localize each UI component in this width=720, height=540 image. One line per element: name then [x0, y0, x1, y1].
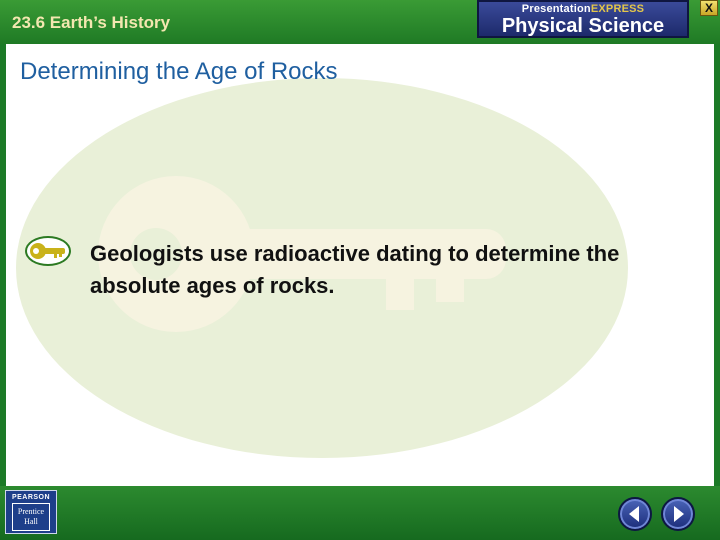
- next-slide-button[interactable]: [661, 497, 695, 531]
- section-title: 23.6 Earth’s History: [12, 13, 171, 32]
- previous-slide-button[interactable]: [618, 497, 652, 531]
- imprint-line1: Prentice: [17, 507, 45, 516]
- previous-arrow-icon: [629, 506, 639, 522]
- key-icon: [25, 236, 71, 266]
- prentice-hall-logo: Prentice Hall: [12, 503, 50, 531]
- close-button[interactable]: X: [700, 0, 718, 16]
- bullet-text: Geologists use radioactive dating to det…: [90, 241, 620, 298]
- imprint-line2: Hall: [24, 517, 38, 526]
- brand-tagline-prefix: Presentation: [521, 3, 591, 15]
- next-arrow-icon: [674, 506, 684, 522]
- slide-heading: Determining the Age of Rocks: [20, 58, 338, 85]
- brand-title: Physical Science: [501, 15, 665, 37]
- pearson-logo: PEARSON Prentice Hall: [5, 490, 57, 534]
- slide: 23.6 Earth’s History PresentationEXPRESS…: [0, 0, 720, 540]
- content-area: Determining the Age of Rocks Geologists …: [6, 44, 714, 486]
- brand-logo: PresentationEXPRESS Physical Science: [477, 0, 689, 38]
- publisher-name: PEARSON: [11, 494, 51, 501]
- footer-bar: [0, 486, 720, 540]
- brand-tagline-suffix: EXPRESS: [590, 3, 645, 15]
